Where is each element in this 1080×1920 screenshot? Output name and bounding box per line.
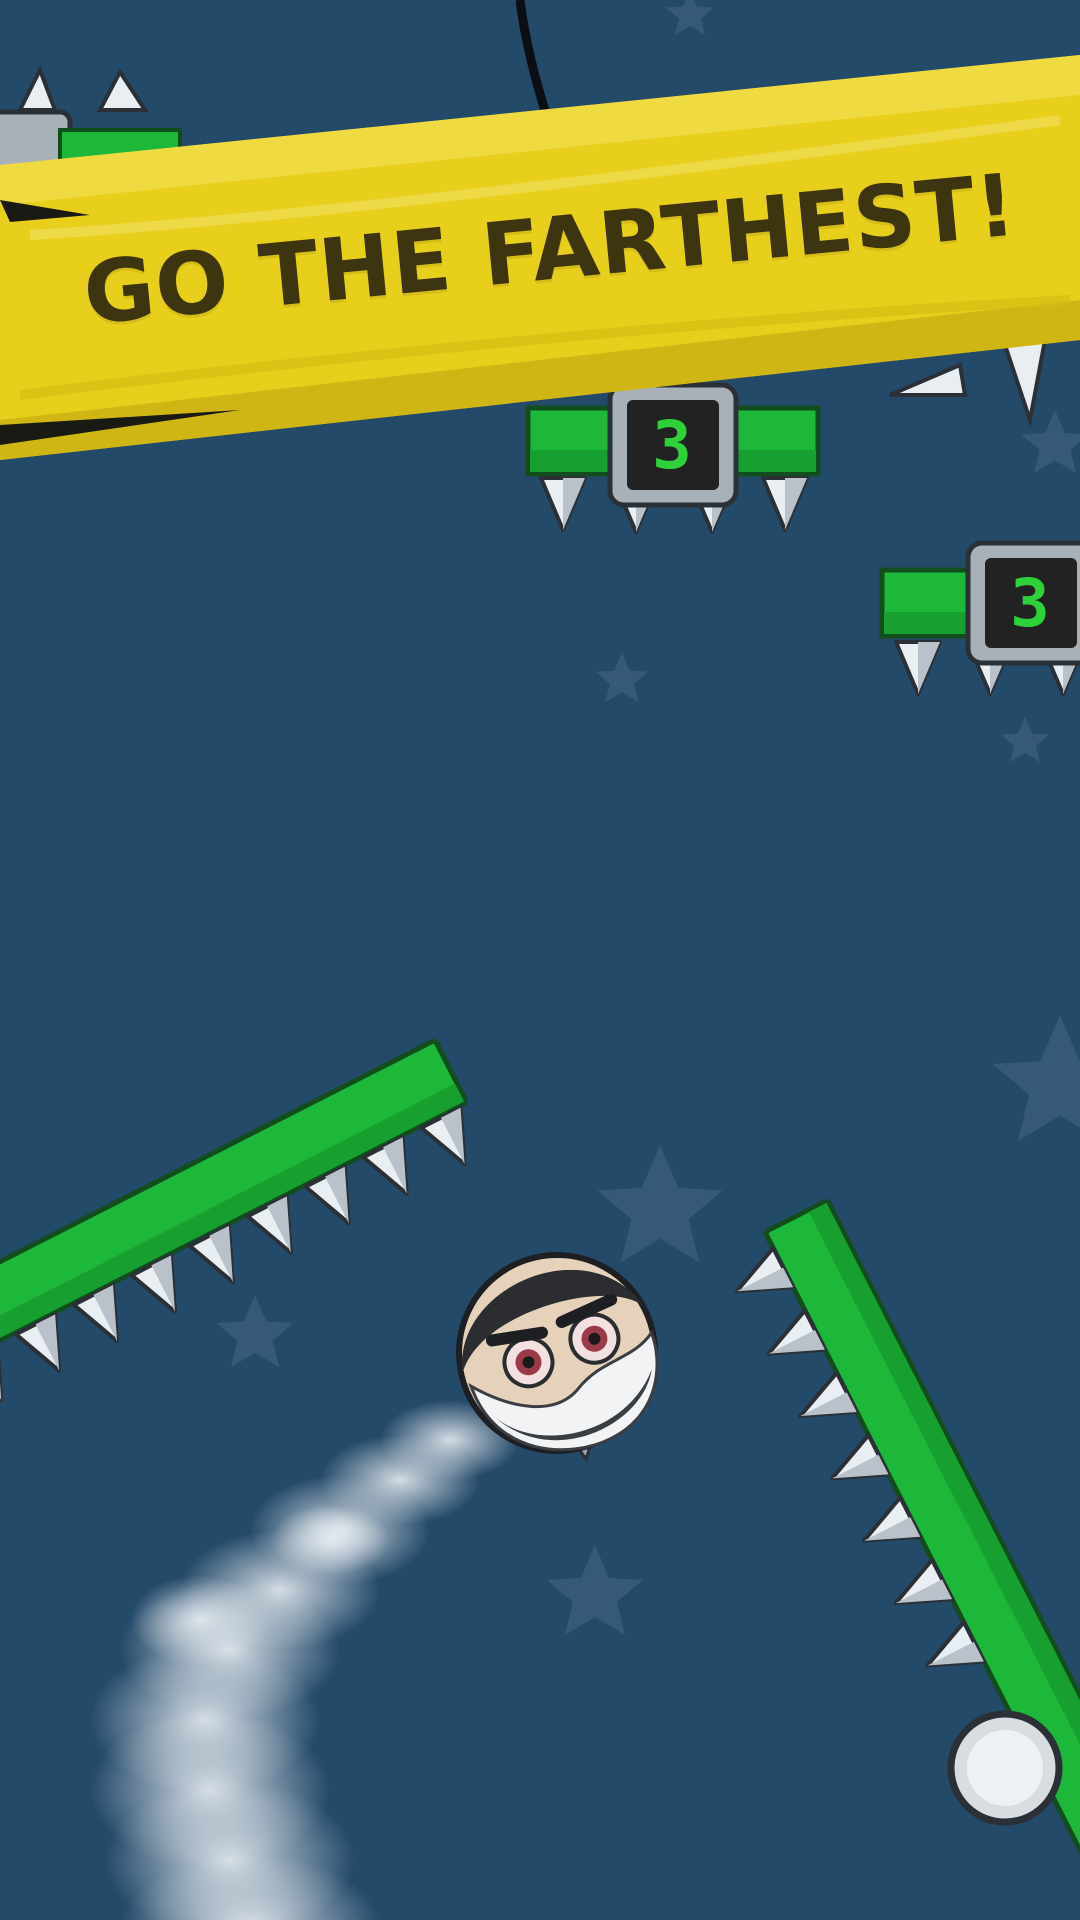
spike-icon (539, 476, 587, 532)
platform-counter: 3 (1010, 564, 1050, 642)
spike-icon (0, 1341, 23, 1413)
spike-icon (894, 640, 942, 696)
star-icon (666, 0, 714, 35)
star-icon (547, 1545, 643, 1635)
star-icon (216, 1295, 294, 1367)
spike-icon (761, 476, 809, 532)
star-icon (597, 1145, 723, 1262)
rope (515, 0, 553, 122)
star-icon (1001, 717, 1049, 762)
star-icon (992, 1015, 1080, 1141)
platform-counter: 3 (652, 406, 692, 484)
game-stage[interactable]: GO THE FARTHEST! 3 3 (0, 0, 1080, 1920)
smoke-trail (90, 1400, 520, 1920)
star-icon (595, 652, 649, 702)
diagonal-left-bar (0, 1038, 487, 1413)
pivot-knob-icon (947, 1710, 1063, 1826)
